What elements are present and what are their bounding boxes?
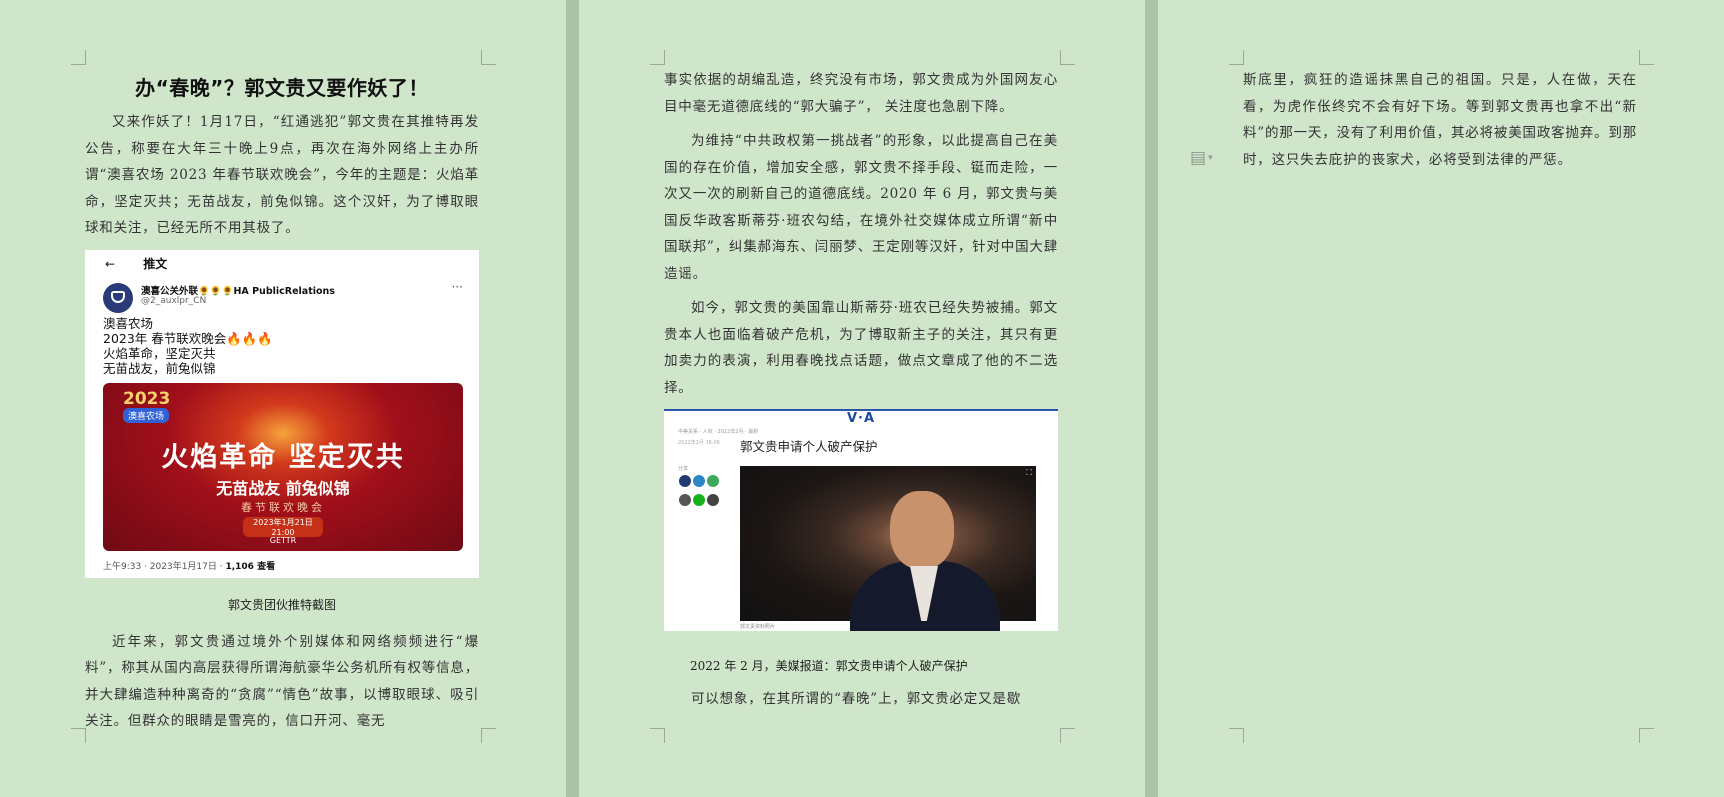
document-title: 办“春晚”？郭文贵又要作妖了！: [135, 76, 429, 100]
paragraph: 事实依据的胡编乱造，终究没有市场，郭文贵成为外国网友心目中毫无道德底线的“郭大骗…: [664, 72, 1058, 115]
back-arrow-icon: ←: [105, 256, 116, 271]
email-icon: [679, 494, 691, 506]
tweet-header-label: 推文: [143, 256, 168, 271]
paragraph: 如今，郭文贵的美国靠山斯蒂芬·班农已经失势被捕。郭文贵本人也面临着破产危机，为了…: [664, 300, 1058, 396]
paragraph: 斯底里，疯狂的造谣抹黑自己的祖国。只是，人在做，天在看，为虎作伥终究不会有好下场…: [1243, 72, 1637, 168]
fire-icon: 🔥🔥🔥: [226, 330, 273, 346]
line-icon: [693, 494, 705, 506]
banner-headline: 火焰革命 坚定灭共: [161, 441, 405, 473]
account-handle: @2_auxlpr_CN: [141, 295, 207, 306]
event-banner-image: 2023 澳喜农场 火焰革命 坚定灭共 无苗战友 前兔似锦 春节联欢晚会 202…: [103, 382, 463, 551]
figure-caption: 郭文贵团伙推特截图: [227, 597, 336, 612]
whatsapp-icon: [707, 475, 719, 487]
margin-mark: [1639, 50, 1654, 65]
tweet-line: 火焰革命，坚定灭共: [103, 345, 216, 361]
document-page-2: 事实依据的胡编乱造，终究没有市场，郭文贵成为外国网友心目中毫无道德底线的“郭大骗…: [579, 0, 1145, 797]
tweet-line: 澳喜农场: [103, 315, 154, 331]
voa-article-screenshot: V·A 中美关系 · 人权 · 2022年2月 · 最新 2022年2月 16:…: [664, 409, 1058, 631]
voa-logo: V·A: [846, 411, 876, 426]
page-gutter: [566, 0, 579, 797]
paragraph: 可以想象，在其所谓的“春晚”上，郭文贵必定又是歇: [691, 691, 1022, 707]
margin-mark: [1060, 728, 1075, 743]
banner-tag: 澳喜农场: [123, 407, 170, 423]
margin-mark: [481, 728, 496, 743]
paragraph: 近年来，郭文贵通过境外个别媒体和网络频频进行“爆料”，称其从国内高层获得所谓海航…: [85, 633, 479, 730]
margin-mark: [71, 728, 86, 743]
tweet-footer: 上午9:33 · 2023年1月17日 · 1,106 查看: [103, 559, 275, 572]
fullscreen-icon: ⛶: [1026, 468, 1032, 477]
banner-year: 2023: [123, 388, 171, 409]
paste-options-icon[interactable]: ▤ ▾: [1190, 148, 1213, 168]
tweet-text: 澳喜农场 2023年 春节联欢晚会🔥🔥🔥 火焰革命，坚定灭共 无苗战友，前兔似锦: [103, 316, 273, 376]
voa-headline: 郭文贵申请个人破产保护: [740, 439, 878, 454]
tweet-views: 1,106 查看: [225, 561, 276, 572]
account-name: 澳喜公关外联🌻🌻🌻HA PublicRelations: [141, 285, 335, 297]
photo-caption: 郭文贵资料照片: [740, 624, 776, 630]
photo-figure: [890, 491, 954, 569]
page-content: 办“春晚”？郭文贵又要作妖了！ 又来作妖了！1月17日，“红通逃犯”郭文贵在其推…: [85, 62, 479, 743]
document-page-3: 斯底里，疯狂的造谣抹黑自己的祖国。只是，人在做，天在看，为虎作伥终究不会有好下场…: [1158, 0, 1724, 797]
article-photo: ⛶: [740, 466, 1036, 631]
banner-date: 2023年1月21日21:00: [243, 516, 323, 537]
more-icon: ···: [451, 279, 463, 294]
margin-mark: [71, 50, 86, 65]
copy-icon: [707, 494, 719, 506]
margin-mark: [1639, 728, 1654, 743]
figure-caption: 2022 年 2 月，美媒报道：郭文贵申请个人破产保护: [690, 659, 968, 673]
tweet-screenshot: ← 推文 澳喜公关外联🌻🌻🌻HA PublicRelations @2_auxl…: [85, 249, 479, 578]
page-content: 事实依据的胡编乱造，终究没有市场，郭文贵成为外国网友心目中毫无道德底线的“郭大骗…: [664, 67, 1058, 721]
page-gutter: [1145, 0, 1158, 797]
paragraph: 为维持“中共政权第一挑战者”的形象，以此提高自己在美国的存在价值，增加安全感，郭…: [664, 133, 1058, 282]
margin-mark: [650, 728, 665, 743]
share-icons: [678, 473, 728, 511]
document-page-1: 办“春晚”？郭文贵又要作妖了！ 又来作妖了！1月17日，“红通逃犯”郭文贵在其推…: [0, 0, 566, 797]
paragraph: 又来作妖了！1月17日，“红通逃犯”郭文贵在其推特再发公告，称要在大年三十晚上9…: [85, 114, 479, 236]
twitter-icon: [693, 475, 705, 487]
facebook-icon: [679, 475, 691, 487]
margin-mark: [1229, 728, 1244, 743]
margin-mark: [1060, 50, 1075, 65]
banner-subline: 无苗战友 前兔似锦: [216, 478, 350, 498]
tweet-line: 2023年 春节联欢晚会🔥🔥🔥: [103, 331, 273, 346]
chevron-down-icon: ▾: [1208, 153, 1213, 163]
voa-share-label: 分享: [678, 466, 689, 472]
margin-mark: [481, 50, 496, 65]
voa-breadcrumb: 中美关系 · 人权 · 2022年2月 · 最新: [678, 429, 759, 435]
voa-date: 2022年2月 16:06: [678, 440, 720, 446]
margin-mark: [1229, 50, 1244, 65]
banner-event: 春节联欢晚会: [241, 500, 325, 514]
tweet-line-text: 2023年 春节联欢晚会: [103, 330, 227, 346]
banner-logos: GETTR: [269, 535, 297, 545]
tweet-header: ← 推文: [105, 255, 167, 272]
margin-mark: [650, 50, 665, 65]
page-content: 斯底里，疯狂的造谣抹黑自己的祖国。只是，人在做，天在看，为虎作伥终究不会有好下场…: [1243, 67, 1637, 181]
tweet-timestamp: 上午9:33 · 2023年1月17日 ·: [103, 561, 226, 572]
tweet-line: 无苗战友，前兔似锦: [103, 360, 216, 376]
avatar: [103, 282, 133, 313]
